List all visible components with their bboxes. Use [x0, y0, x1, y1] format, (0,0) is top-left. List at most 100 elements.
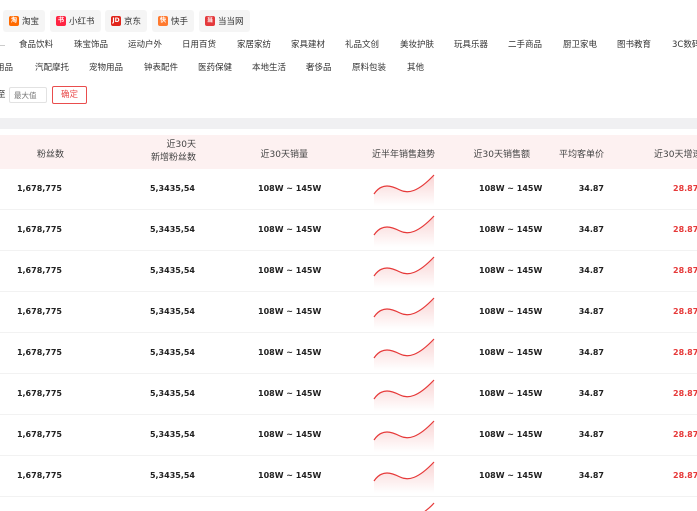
category-item[interactable]: 用品 — [0, 61, 13, 75]
header-avg-price[interactable]: 平均客单价 — [548, 147, 604, 160]
header-fans[interactable]: 粉丝数 — [0, 147, 64, 160]
avg-price: 34.87 — [578, 348, 604, 357]
growth-rate: 28.87% — [673, 184, 697, 193]
table-row[interactable]: 1,678,775 5,3435,54 108W ~ 145W 108W ~ 1… — [0, 415, 697, 456]
fans-count: 1,678,775 — [16, 225, 62, 234]
sales-30d: 108W ~ 145W — [258, 430, 322, 439]
platform-tab-kuaishou[interactable]: 快 快手 — [152, 10, 195, 32]
platform-label: 快手 — [171, 17, 189, 27]
category-item[interactable]: 玩具乐器 — [454, 38, 488, 52]
avg-price: 34.87 — [578, 184, 604, 193]
category-item[interactable]: 汽配摩托 — [35, 61, 69, 75]
header-new-fans-line1[interactable]: 近30天 — [130, 139, 196, 152]
table-row[interactable]: 1,678,775 5,3435,54 108W ~ 145W 108W ~ 1… — [0, 456, 697, 497]
category-row-2: 用品 汽配摩托 宠物用品 钟表配件 医药保健 本地生活 奢侈品 原料包装 其他 — [0, 61, 697, 75]
new-fans-count: 5,3435,54 — [149, 225, 195, 234]
header-growth[interactable]: 近30天增速 — [654, 147, 697, 160]
max-value-input[interactable] — [9, 87, 47, 103]
avg-price: 34.87 — [578, 307, 604, 316]
range-separator-label: 至 — [0, 90, 6, 100]
table-header: 粉丝数 近30天 新增粉丝数 近30天销量 近半年销售趋势 近30天销售额 平均… — [0, 135, 697, 169]
avg-price: 34.87 — [578, 266, 604, 275]
category-item[interactable]: 奢侈品 — [306, 61, 332, 75]
sales-30d: 108W ~ 145W — [258, 266, 322, 275]
category-item[interactable]: 家居家纺 — [237, 38, 271, 52]
platform-label: 小红书 — [69, 17, 95, 27]
table-row[interactable]: 1,678,775 5,3435,54 108W ~ 145W 108W ~ 1… — [0, 333, 697, 374]
sales-trend-sparkline — [424, 502, 435, 511]
revenue-30d: 108W ~ 145W — [479, 471, 543, 480]
category-item[interactable]: 其他 — [407, 61, 424, 75]
growth-rate: 28.87% — [673, 348, 697, 357]
category-item[interactable]: 礼品文创 — [345, 38, 379, 52]
category-item[interactable]: 日用百货 — [182, 38, 216, 52]
platform-tab-xiaohongshu[interactable]: 书 小红书 — [50, 10, 101, 32]
category-item[interactable]: 食品饮料 — [19, 38, 53, 52]
avg-price: 34.87 — [578, 430, 604, 439]
avg-price: 34.87 — [578, 225, 604, 234]
fans-count: 1,678,775 — [16, 389, 62, 398]
revenue-30d: 108W ~ 145W — [479, 225, 543, 234]
category-item[interactable]: 二手商品 — [508, 38, 542, 52]
table-row[interactable]: 1,678,775 5,3435,54 108W ~ 145W 108W ~ 1… — [0, 374, 697, 415]
table-row[interactable]: 1,678,775 5,3435,54 108W ~ 145W 108W ~ 1… — [0, 251, 697, 292]
avg-price: 34.87 — [578, 389, 604, 398]
category-item[interactable]: 宠物用品 — [89, 61, 123, 75]
confirm-button[interactable]: 确定 — [52, 86, 87, 104]
category-item[interactable]: 美妆护肤 — [400, 38, 434, 52]
platform-tab-jd[interactable]: JD 京东 — [105, 10, 148, 32]
growth-rate: 28.87% — [673, 430, 697, 439]
category-item[interactable]: 原料包装 — [352, 61, 386, 75]
header-new-fans-line2[interactable]: 新增粉丝数 — [130, 152, 196, 165]
table-row[interactable]: 1,678,775 5,3435,54 108W ~ 145W 108W ~ 1… — [0, 169, 697, 210]
taobao-icon: 淘 — [9, 16, 19, 26]
category-item[interactable]: 图书教育 — [617, 38, 651, 52]
platform-label: 淘宝 — [22, 17, 40, 27]
category-item[interactable]: 家具建材 — [291, 38, 325, 52]
revenue-30d: 108W ~ 145W — [479, 266, 543, 275]
category-item[interactable]: 珠宝饰品 — [74, 38, 108, 52]
category-separator — [0, 45, 5, 46]
sales-30d: 108W ~ 145W — [258, 184, 322, 193]
sales-trend-sparkline — [373, 420, 435, 452]
jd-icon: JD — [111, 16, 121, 26]
platform-tabs: 淘 淘宝 书 小红书 JD 京东 快 快手 当 当当网 — [0, 10, 697, 32]
category-item[interactable]: 钟表配件 — [144, 61, 178, 75]
dangdang-icon: 当 — [205, 16, 215, 26]
growth-rate: 28.87% — [673, 225, 697, 234]
kuaishou-icon: 快 — [158, 16, 168, 26]
header-revenue-30d[interactable]: 近30天销售额 — [460, 147, 530, 160]
sales-trend-sparkline — [373, 461, 435, 493]
revenue-30d: 108W ~ 145W — [479, 430, 543, 439]
table-row[interactable]: 1,678,775 5,3435,54 108W ~ 145W 108W ~ 1… — [0, 210, 697, 251]
sales-30d: 108W ~ 145W — [258, 307, 322, 316]
sales-trend-sparkline — [373, 174, 435, 206]
platform-label: 当当网 — [218, 17, 244, 27]
category-item[interactable]: 厨卫家电 — [563, 38, 597, 52]
platform-tab-taobao[interactable]: 淘 淘宝 — [3, 10, 46, 32]
new-fans-count: 5,3435,54 — [149, 266, 195, 275]
table-row[interactable]: 1,678,775 5,3435,54 108W ~ 145W 108W ~ 1… — [0, 292, 697, 333]
new-fans-count: 5,3435,54 — [149, 348, 195, 357]
range-filter: 至 确定 — [0, 86, 697, 104]
sales-trend-sparkline — [373, 215, 435, 247]
fans-count: 1,678,775 — [16, 348, 62, 357]
revenue-30d: 108W ~ 145W — [479, 348, 543, 357]
growth-rate: 28.87% — [673, 307, 697, 316]
fans-count: 1,678,775 — [16, 266, 62, 275]
table-row-partial[interactable] — [0, 497, 697, 511]
avg-price: 34.87 — [578, 471, 604, 480]
new-fans-count: 5,3435,54 — [149, 430, 195, 439]
platform-tab-dangdang[interactable]: 当 当当网 — [199, 10, 250, 32]
category-item[interactable]: 运动户外 — [128, 38, 162, 52]
fans-count: 1,678,775 — [16, 471, 62, 480]
category-item[interactable]: 本地生活 — [252, 61, 286, 75]
sales-30d: 108W ~ 145W — [258, 389, 322, 398]
category-item[interactable]: 医药保健 — [198, 61, 232, 75]
header-sales-30d[interactable]: 近30天销量 — [240, 147, 308, 160]
revenue-30d: 108W ~ 145W — [479, 389, 543, 398]
category-item[interactable]: 3C数码 — [672, 38, 697, 52]
fans-count: 1,678,775 — [16, 184, 62, 193]
revenue-30d: 108W ~ 145W — [479, 184, 543, 193]
sales-trend-sparkline — [373, 379, 435, 411]
